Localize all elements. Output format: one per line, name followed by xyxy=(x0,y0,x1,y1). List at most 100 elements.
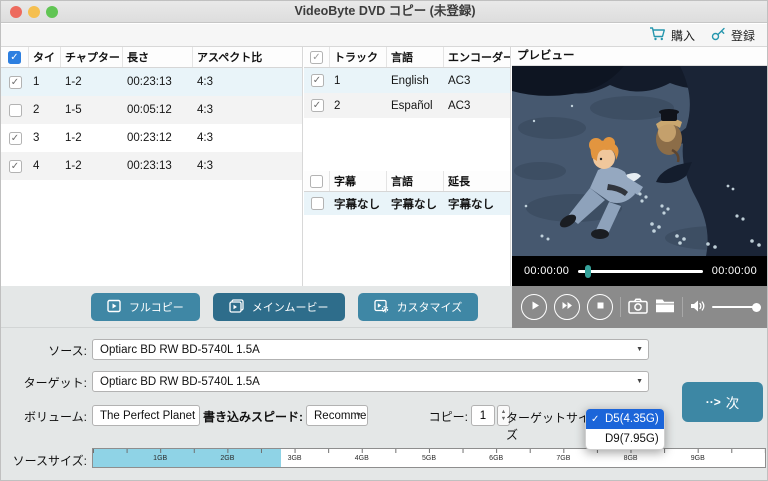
target-select[interactable]: Optiarc BD RW BD-5740L 1.5A ▼ xyxy=(92,371,649,392)
source-size-bar: 1GB 2GB 3GB 4GB 5GB 6GB 7GB 8GB 9GB xyxy=(92,448,766,468)
select-all-tracks-checkbox[interactable] xyxy=(310,51,323,64)
cell-encoder: AC3 xyxy=(444,100,510,112)
cell-chapter: 1-2 xyxy=(61,76,123,88)
volume-slider[interactable] xyxy=(712,306,758,308)
row-checkbox[interactable] xyxy=(311,74,324,87)
table-row[interactable]: 4 1-2 00:23:13 4:3 xyxy=(1,152,302,180)
row-checkbox[interactable] xyxy=(9,104,22,117)
minimize-window-button[interactable] xyxy=(28,6,40,18)
column-header-aspect[interactable]: アスペクト比 xyxy=(193,47,302,67)
scale-label: 8GB xyxy=(618,455,644,462)
size-scale-ticks xyxy=(93,449,765,453)
copies-stepper[interactable]: 1 ▲ ▼ xyxy=(471,405,510,426)
menu-item-d9[interactable]: D9(7.95G) xyxy=(586,429,664,449)
player-controls xyxy=(512,286,768,328)
cell-subtitle: 字幕なし xyxy=(330,196,387,212)
row-checkbox[interactable] xyxy=(9,160,22,173)
write-speed-select[interactable]: Recomme ▼ xyxy=(306,405,368,426)
play-button[interactable] xyxy=(521,294,547,320)
scale-label: 3GB xyxy=(282,455,308,462)
target-size-label: ターゲットサイズ xyxy=(506,409,596,443)
column-header-track[interactable]: トラック xyxy=(330,47,387,67)
menu-item-d5[interactable]: ✓ D5(4.35G) xyxy=(586,409,664,429)
next-button[interactable]: ··> 次 xyxy=(682,382,763,422)
target-label: ターゲット: xyxy=(1,374,87,391)
full-copy-label: フルコピー xyxy=(129,299,184,315)
cell-chapter: 1-5 xyxy=(61,104,123,116)
row-checkbox[interactable] xyxy=(311,197,324,210)
column-header-language[interactable]: 言語 xyxy=(387,171,444,191)
film-gear-icon xyxy=(374,299,389,316)
column-header-extension[interactable]: 延長 xyxy=(444,171,510,191)
scale-label: 9GB xyxy=(685,455,711,462)
register-label: 登録 xyxy=(731,27,755,44)
table-row[interactable]: 2 Español AC3 xyxy=(304,93,510,118)
toolbar: 購入 登録 xyxy=(1,24,768,47)
cell-aspect: 4:3 xyxy=(193,132,302,144)
full-copy-button[interactable]: フルコピー xyxy=(91,293,200,321)
cell-chapter: 1-2 xyxy=(61,160,123,172)
seek-bar[interactable] xyxy=(578,270,703,273)
column-header-subtitle[interactable]: 字幕 xyxy=(330,171,387,191)
table-row[interactable]: 3 1-2 00:23:12 4:3 xyxy=(1,124,302,152)
stop-button[interactable] xyxy=(587,294,613,320)
cell-title: 4 xyxy=(29,160,61,172)
table-row[interactable]: 2 1-5 00:05:12 4:3 xyxy=(1,96,302,124)
purchase-label: 購入 xyxy=(671,27,695,44)
cell-title: 3 xyxy=(29,132,61,144)
video-preview[interactable] xyxy=(512,66,768,256)
cell-track: 2 xyxy=(330,100,387,112)
select-all-titles-checkbox[interactable] xyxy=(8,51,21,64)
menu-item-label: D9(7.95G) xyxy=(605,433,659,445)
volume-knob[interactable] xyxy=(752,303,761,312)
copies-value: 1 xyxy=(471,405,495,426)
menu-item-label: D5(4.35G) xyxy=(605,413,659,425)
column-header-encoder[interactable]: エンコーダー xyxy=(444,47,510,67)
scale-label: 6GB xyxy=(483,455,509,462)
table-row[interactable]: 1 English AC3 xyxy=(304,68,510,93)
play-icon xyxy=(528,299,541,315)
customize-label: カスタマイズ xyxy=(397,299,463,315)
row-checkbox[interactable] xyxy=(9,76,22,89)
register-button[interactable]: 登録 xyxy=(711,26,755,44)
source-value: Optiarc BD RW BD-5740L 1.5A xyxy=(100,344,260,356)
mode-and-controls-row: フルコピー メインムービー カスタマイズ xyxy=(1,286,768,328)
close-window-button[interactable] xyxy=(10,6,22,18)
cell-chapter: 1-2 xyxy=(61,132,123,144)
column-header-language[interactable]: 言語 xyxy=(387,47,444,67)
duration-time: 00:00:00 xyxy=(712,265,757,277)
column-header-title[interactable]: タイ xyxy=(29,47,61,67)
purchase-button[interactable]: 購入 xyxy=(649,26,695,44)
source-select[interactable]: Optiarc BD RW BD-5740L 1.5A ▼ xyxy=(92,339,649,360)
customize-button[interactable]: カスタマイズ xyxy=(358,293,479,321)
spacer xyxy=(304,118,510,171)
select-all-subtitles-checkbox[interactable] xyxy=(310,175,323,188)
column-header-length[interactable]: 長さ xyxy=(123,47,193,67)
table-row[interactable]: 1 1-2 00:23:13 4:3 xyxy=(1,68,302,96)
elapsed-time: 00:00:00 xyxy=(524,265,569,277)
video-frame-illustration xyxy=(512,66,768,256)
row-checkbox[interactable] xyxy=(9,132,22,145)
cell-length: 00:23:13 xyxy=(123,76,193,88)
main-movie-button[interactable]: メインムービー xyxy=(213,293,345,321)
open-folder-button[interactable] xyxy=(655,298,675,316)
main-movie-label: メインムービー xyxy=(252,299,329,315)
zoom-window-button[interactable] xyxy=(46,6,58,18)
snapshot-button[interactable] xyxy=(628,298,648,317)
column-header-chapter[interactable]: チャプター xyxy=(61,47,123,67)
cell-title: 1 xyxy=(29,76,61,88)
volume-name-input[interactable]: The Perfect Planet xyxy=(92,405,200,426)
cell-language: English xyxy=(387,75,444,87)
fast-forward-button[interactable] xyxy=(554,294,580,320)
seek-handle[interactable] xyxy=(585,265,591,278)
check-icon: ✓ xyxy=(591,414,599,425)
volume-button[interactable] xyxy=(690,299,705,316)
volume-name-value: The Perfect Planet xyxy=(100,410,195,422)
scale-label: 2GB xyxy=(214,455,240,462)
cell-track: 1 xyxy=(330,75,387,87)
fast-forward-icon xyxy=(561,299,574,315)
row-checkbox[interactable] xyxy=(311,99,324,112)
playback-timeline: 00:00:00 00:00:00 xyxy=(512,256,768,286)
window-title: VideoByte DVD コピー (未登録) xyxy=(1,1,768,22)
table-row[interactable]: 字幕なし 字幕なし 字幕なし xyxy=(304,192,510,215)
